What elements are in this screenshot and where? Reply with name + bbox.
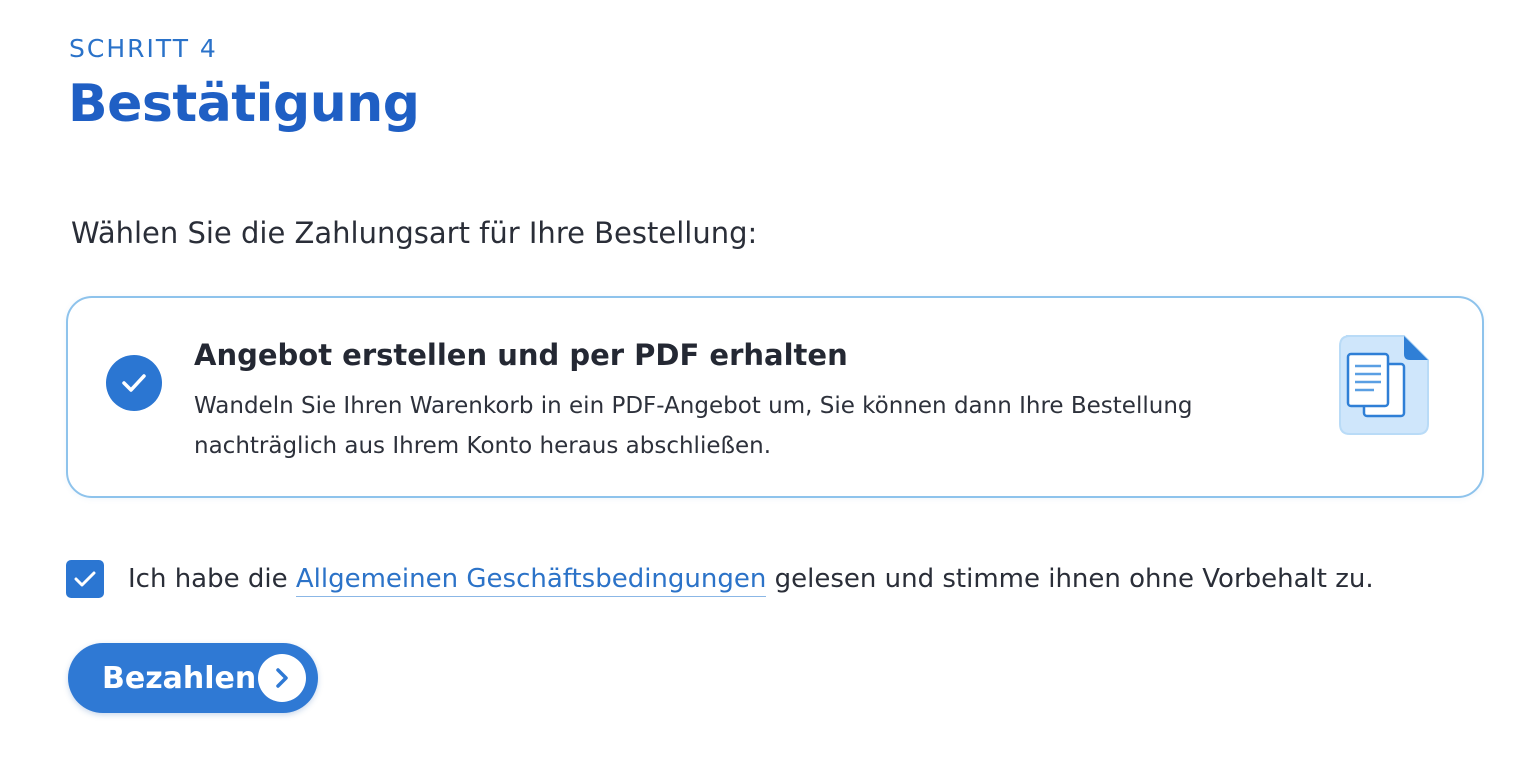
pay-button-label: Bezahlen xyxy=(102,660,257,696)
terms-link[interactable]: Allgemeinen Geschäftsbedingungen xyxy=(295,564,767,597)
terms-suffix: gelesen und stimme ihnen ohne Vorbehalt … xyxy=(766,564,1374,594)
selected-check-icon[interactable] xyxy=(106,355,162,411)
payment-option-description: Wandeln Sie Ihren Warenkorb in ein PDF-A… xyxy=(194,393,1193,459)
payment-prompt: Wählen Sie die Zahlungsart für Ihre Best… xyxy=(71,216,758,250)
terms-prefix: Ich habe die xyxy=(128,564,296,594)
step-label: SCHRITT 4 xyxy=(69,34,218,63)
chevron-right-icon xyxy=(258,654,306,702)
payment-option-pdf-offer[interactable]: Angebot erstellen und per PDF erhalten W… xyxy=(66,296,1484,498)
page-title: Bestätigung xyxy=(68,74,420,134)
pdf-document-icon xyxy=(1338,334,1430,436)
pay-button[interactable]: Bezahlen xyxy=(68,643,318,713)
payment-option-title: Angebot erstellen und per PDF erhalten xyxy=(194,338,848,372)
terms-checkbox[interactable] xyxy=(66,560,104,598)
terms-text: Ich habe die Allgemeinen Geschäftsbeding… xyxy=(128,564,1374,597)
terms-row: Ich habe die Allgemeinen Geschäftsbeding… xyxy=(66,558,1374,600)
